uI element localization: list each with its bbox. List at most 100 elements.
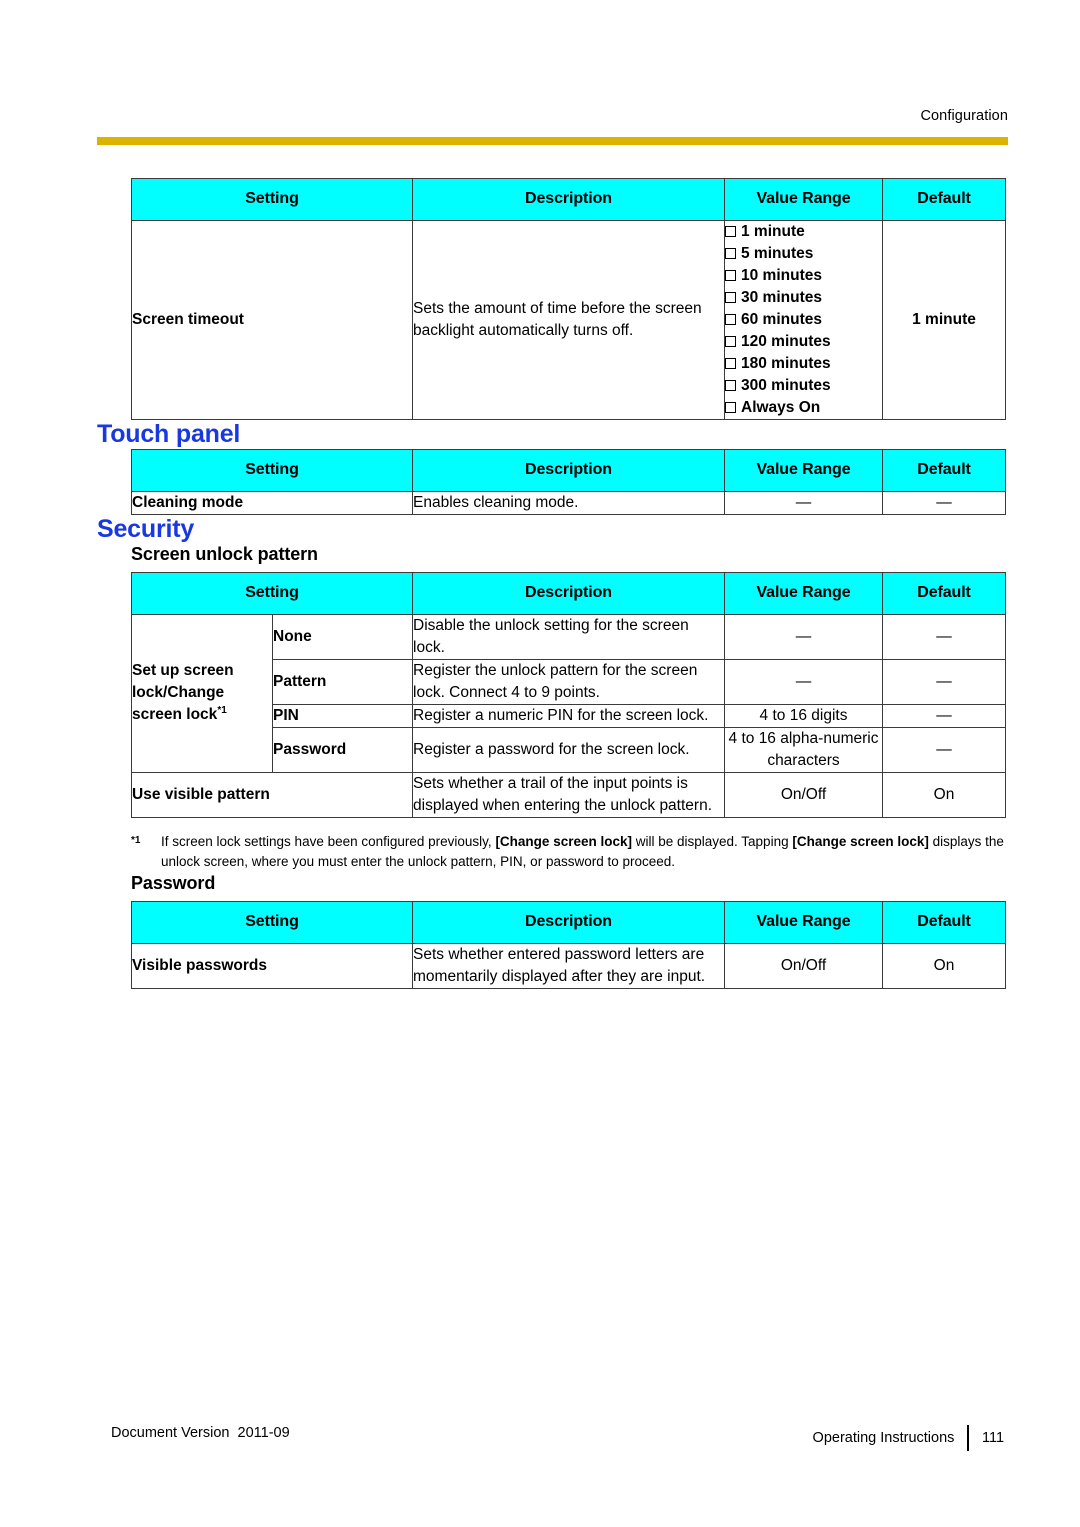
setting-name: Use visible pattern xyxy=(131,772,413,818)
setting-default: On xyxy=(882,942,1006,989)
setting-description: Sets whether entered password letters ar… xyxy=(412,942,725,989)
column-header-value-range: Value Range xyxy=(724,572,883,615)
section-heading-security: Security xyxy=(97,515,195,543)
password-table: Setting Description Value Range Default … xyxy=(131,900,1006,989)
option-label: 120 minutes xyxy=(741,333,831,350)
option-label: Always On xyxy=(741,399,821,416)
setting-value-range: On/Off xyxy=(724,942,883,989)
value-range-option: Always On xyxy=(725,397,882,419)
page-number: 111 xyxy=(982,1430,1005,1446)
footnote: *1 If screen lock settings have been con… xyxy=(131,832,1005,873)
setting-default: 1 minute xyxy=(882,220,1006,420)
column-header-default: Default xyxy=(882,449,1006,492)
value-range-option: 120 minutes xyxy=(725,331,882,353)
checkbox-icon xyxy=(725,358,736,369)
setting-description: Register a numeric PIN for the screen lo… xyxy=(412,704,725,728)
header-gold-rule xyxy=(97,137,1008,145)
screen-unlock-pattern-table: Setting Description Value Range Default … xyxy=(131,572,1006,818)
setting-value-range: 4 to 16 alpha-numeric characters xyxy=(724,727,883,773)
value-range-option: 180 minutes xyxy=(725,353,882,375)
setting-sub-name: Password xyxy=(272,727,413,773)
setting-default: — xyxy=(882,491,1006,515)
table-row: Screen timeout Sets the amount of time b… xyxy=(131,220,1006,420)
setting-group-label: Set up screen lock/Change screen lock*1 xyxy=(131,614,273,773)
value-range-option: 1 minute xyxy=(725,221,882,243)
touch-panel-table: Setting Description Value Range Default … xyxy=(131,449,1006,515)
footnote-part-2: will be displayed. Tapping xyxy=(631,834,793,849)
footer-right-group: Operating Instructions 111 xyxy=(813,1425,1008,1451)
column-header-description: Description xyxy=(412,449,725,492)
setting-description: Register a password for the screen lock. xyxy=(412,727,725,773)
setting-default: — xyxy=(882,727,1006,773)
footnote-marker: *1 xyxy=(131,835,141,846)
column-header-description: Description xyxy=(412,900,725,944)
sub-heading-password: Password xyxy=(131,872,216,893)
setting-default: — xyxy=(882,614,1006,660)
footnote-bold-2: [Change screen lock] xyxy=(792,834,929,849)
setting-sub-name: None xyxy=(272,614,413,660)
footnote-marker: *1 xyxy=(217,705,227,717)
footer-divider xyxy=(967,1425,969,1451)
column-header-setting: Setting xyxy=(131,572,413,615)
table-header-row: Setting Description Value Range Default xyxy=(131,900,1006,944)
screen-timeout-table: Setting Description Value Range Default … xyxy=(131,178,1006,420)
option-label: 60 minutes xyxy=(741,311,822,328)
setting-value-range: On/Off xyxy=(724,772,883,818)
setting-description: Sets the amount of time before the scree… xyxy=(412,220,725,420)
checkbox-icon xyxy=(725,226,736,237)
column-header-value-range: Value Range xyxy=(724,900,883,944)
value-range-option: 300 minutes xyxy=(725,375,882,397)
setting-default: — xyxy=(882,704,1006,728)
checkbox-icon xyxy=(725,314,736,325)
option-label: 300 minutes xyxy=(741,377,831,394)
value-range-option: 5 minutes xyxy=(725,243,882,265)
setting-description: Sets whether a trail of the input points… xyxy=(412,772,725,818)
column-header-default: Default xyxy=(882,178,1006,221)
setting-default: On xyxy=(882,772,1006,818)
checkbox-icon xyxy=(725,248,736,259)
column-header-default: Default xyxy=(882,572,1006,615)
value-range-option: 60 minutes xyxy=(725,309,882,331)
footnote-bold-1: [Change screen lock] xyxy=(495,834,632,849)
setting-default: — xyxy=(882,659,1006,705)
column-header-value-range: Value Range xyxy=(724,178,883,221)
table-header-row: Setting Description Value Range Default xyxy=(131,572,1006,615)
table-row: Set up screen lock/Change screen lock*1 … xyxy=(131,614,1006,773)
table-row: Cleaning mode Enables cleaning mode. — — xyxy=(131,491,1006,515)
setting-value-range: — xyxy=(724,614,883,660)
column-header-default: Default xyxy=(882,900,1006,944)
option-label: 5 minutes xyxy=(741,245,814,262)
checkbox-icon xyxy=(725,336,736,347)
checkbox-icon xyxy=(725,292,736,303)
setting-sub-name: Pattern xyxy=(272,659,413,705)
column-header-value-range: Value Range xyxy=(724,449,883,492)
setting-name: Visible passwords xyxy=(131,942,413,989)
table-row: Use visible pattern Sets whether a trail… xyxy=(131,772,1006,818)
checkbox-icon xyxy=(725,402,736,413)
setting-name: Cleaning mode xyxy=(131,491,413,515)
section-heading-touch-panel: Touch panel xyxy=(97,420,241,448)
manual-name: Operating Instructions xyxy=(812,1430,955,1446)
running-header: Configuration xyxy=(920,108,1008,124)
column-header-setting: Setting xyxy=(131,449,413,492)
setting-value-range: 4 to 16 digits xyxy=(724,704,883,728)
option-label: 180 minutes xyxy=(741,355,831,372)
setting-description: Enables cleaning mode. xyxy=(412,491,725,515)
page-footer: Document Version 2011-09 Operating Instr… xyxy=(97,1422,1008,1451)
document-version: Document Version 2011-09 xyxy=(111,1425,290,1441)
setting-value-range: — xyxy=(724,659,883,705)
footnote-text: If screen lock settings have been config… xyxy=(161,832,1005,873)
table-row: Visible passwords Sets whether entered p… xyxy=(131,942,1006,989)
checkbox-icon xyxy=(725,380,736,391)
option-label: 30 minutes xyxy=(741,289,822,306)
setting-description: Register the unlock pattern for the scre… xyxy=(412,659,725,705)
value-range-option: 30 minutes xyxy=(725,287,882,309)
value-range-option: 10 minutes xyxy=(725,265,882,287)
option-label: 1 minute xyxy=(741,223,805,240)
column-header-setting: Setting xyxy=(131,900,413,944)
setting-sub-name: PIN xyxy=(272,704,413,728)
sub-heading-screen-unlock-pattern: Screen unlock pattern xyxy=(131,544,318,564)
table-header-row: Setting Description Value Range Default xyxy=(131,178,1006,221)
column-header-setting: Setting xyxy=(131,178,413,221)
option-label: 10 minutes xyxy=(741,267,822,284)
